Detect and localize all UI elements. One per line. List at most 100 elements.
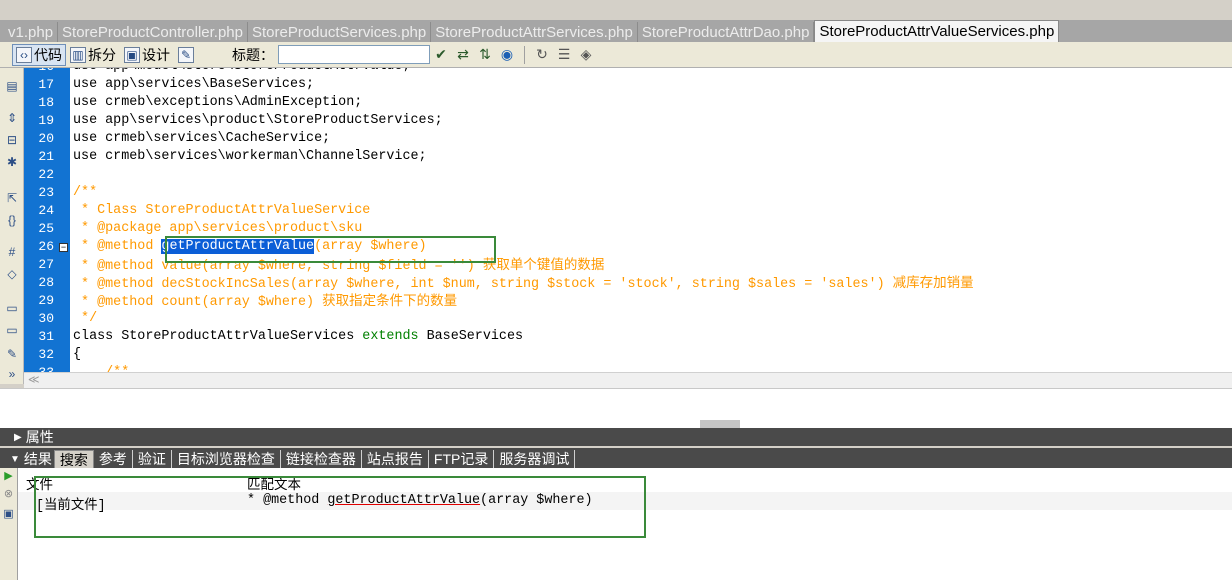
split-view-button[interactable]: ▥ 拆分 <box>66 44 120 66</box>
validate-icon[interactable]: ✔ <box>430 46 452 63</box>
code-line: { <box>73 347 82 362</box>
collapse-arrow-icon: ▼ <box>10 453 20 465</box>
visual-aids-icon[interactable]: ◈ <box>575 46 597 63</box>
remove-comment-icon[interactable]: ▭ <box>4 322 20 338</box>
transfer-icon[interactable]: ⇅ <box>474 46 496 63</box>
design-view-icon: ▣ <box>124 46 140 63</box>
fold-toggle-icon[interactable]: − <box>59 243 68 252</box>
apply-comment-icon[interactable]: ▭ <box>4 300 20 316</box>
code-text: * @method count(array $where) <box>73 295 323 310</box>
file-management-icon[interactable]: ⇄ <box>452 46 474 63</box>
browser-preview-icon[interactable]: ◉ <box>496 46 518 63</box>
open-documents-icon[interactable]: ▤ <box>4 78 20 94</box>
results-title[interactable]: ▼ 结果 <box>10 450 52 468</box>
results-label: 结果 <box>23 451 52 467</box>
line-number: 30 <box>38 311 54 326</box>
line-number: 19 <box>38 113 54 128</box>
collapse-tag-icon[interactable]: ⇕ <box>4 110 20 126</box>
live-view-icon: ✎ <box>178 46 194 63</box>
code-line: use app\services\BaseServices; <box>73 77 315 92</box>
code-text: * @method <box>73 239 162 254</box>
code-line: /** <box>73 364 129 372</box>
line-number: 29 <box>38 293 54 308</box>
line-number: 25 <box>38 221 54 236</box>
line-number: 27 <box>38 257 54 272</box>
results-panel-header: ▼ 结果 搜索 参考 验证 目标浏览器检查 链接检查器 站点报告 FTP记录 服务… <box>0 448 1232 468</box>
code-view-label: 代码 <box>34 46 62 63</box>
title-label: 标题： <box>232 46 274 63</box>
splitter-grip[interactable] <box>700 420 740 428</box>
code-editor[interactable]: use app\model\store\StoreProductAttrValu… <box>70 68 1232 372</box>
horizontal-scrollbar[interactable]: ≪ <box>24 372 1232 388</box>
code-line: use crmeb\exceptions\AdminException; <box>73 95 363 110</box>
save-report-icon[interactable]: ▣ <box>2 508 15 521</box>
view-options-icon[interactable]: ☰ <box>553 46 575 63</box>
tab-store-product-services[interactable]: StoreProductServices.php <box>248 22 432 42</box>
expand-arrow-icon: ▶ <box>14 431 22 443</box>
properties-label: 属性 <box>25 429 54 445</box>
more-tools-icon[interactable]: » <box>4 366 20 382</box>
expand-all-icon[interactable]: ✱ <box>4 154 20 170</box>
line-number: 26 <box>38 239 54 254</box>
title-input[interactable] <box>278 45 430 64</box>
code-comment-note: 获取指定条件下的数量 <box>322 293 458 309</box>
line-number: 33 <box>24 364 54 372</box>
code-comment-note: 获取单个键值的数据 <box>482 257 605 273</box>
design-view-button[interactable]: ▣ 设计 <box>120 44 174 66</box>
code-view-icon: ‹› <box>16 46 32 63</box>
line-number: 20 <box>38 131 54 146</box>
toolbar-divider <box>524 45 525 64</box>
code-line: */ <box>73 311 98 326</box>
code-comment-note: 减库存加销量 <box>892 275 974 291</box>
tab-server-debug[interactable]: 服务器调试 <box>494 450 576 468</box>
design-view-label: 设计 <box>142 46 170 63</box>
line-number: 23 <box>38 185 54 200</box>
panel-splitter <box>0 388 1232 428</box>
tab-store-product-attr-value-services[interactable]: StoreProductAttrValueServices.php <box>814 20 1060 42</box>
code-line: use app\model\store\StoreProductAttrValu… <box>73 68 411 76</box>
properties-panel-header[interactable]: ▶ 属性 <box>0 428 1232 446</box>
line-number: 24 <box>38 203 54 218</box>
tab-search[interactable]: 搜索 <box>53 450 94 468</box>
wrap-tag-icon[interactable]: ✎ <box>4 346 20 362</box>
line-number: 18 <box>38 95 54 110</box>
line-number-gutter: 16 17 18 19 20 21 22 23 24 25 26 27 28 2… <box>24 68 70 372</box>
coding-toolbar: ▤ ⇕ ⊟ ✱ ⇱ {} # ◇ ▭ ▭ ✎ » <box>0 68 24 384</box>
code-view-button[interactable]: ‹› 代码 <box>12 43 66 66</box>
scroll-left-icon[interactable]: ≪ <box>28 373 40 386</box>
live-view-button[interactable]: ✎ <box>174 44 198 66</box>
tab-browser-compatibility[interactable]: 目标浏览器检查 <box>172 450 281 468</box>
stop-icon[interactable]: ⊗ <box>2 488 15 501</box>
tab-reference[interactable]: 参考 <box>94 450 133 468</box>
line-number: 17 <box>38 77 54 92</box>
results-side-toolbar: ▶ ⊗ ▣ <box>0 468 18 580</box>
code-line: * @method count(array $where) 获取指定条件下的数量 <box>73 292 457 310</box>
balance-braces-icon[interactable]: {} <box>4 212 20 228</box>
play-icon[interactable]: ▶ <box>2 470 15 483</box>
search-results-list: 文件 匹配文本 [当前文件] * @method getProductAttrV… <box>18 468 1232 580</box>
refresh-icon[interactable]: ↻ <box>531 46 553 63</box>
collapse-selection-icon[interactable]: ⊟ <box>4 132 20 148</box>
code-keyword: extends <box>362 329 419 344</box>
tab-store-product-attr-services[interactable]: StoreProductAttrServices.php <box>431 22 638 42</box>
code-line: * Class StoreProductAttrValueService <box>73 203 371 218</box>
dreamweaver-window: v1.php StoreProductController.php StoreP… <box>0 0 1232 580</box>
select-parent-tag-icon[interactable]: ⇱ <box>4 190 20 206</box>
highlight-invalid-code-icon[interactable]: ◇ <box>4 266 20 282</box>
line-number: 22 <box>38 167 54 182</box>
tab-store-product-controller[interactable]: StoreProductController.php <box>58 22 248 42</box>
line-numbers-icon[interactable]: # <box>4 244 20 260</box>
line-number: 31 <box>38 329 54 344</box>
tab-site-reports[interactable]: 站点报告 <box>362 450 429 468</box>
code-line: class StoreProductAttrValueServices exte… <box>73 328 523 346</box>
tab-store-product-attr-dao[interactable]: StoreProductAttrDao.php <box>638 22 815 42</box>
code-text: BaseServices <box>418 329 524 344</box>
tab-v1-php[interactable]: v1.php <box>4 22 59 42</box>
tab-link-checker[interactable]: 链接检查器 <box>281 450 362 468</box>
tab-ftp-log[interactable]: FTP记录 <box>429 450 495 468</box>
line-number: 21 <box>38 149 54 164</box>
tab-validation[interactable]: 验证 <box>133 450 172 468</box>
code-line: use crmeb\services\CacheService; <box>73 131 331 146</box>
annotation-box <box>165 236 496 263</box>
code-line: /** <box>73 185 98 200</box>
